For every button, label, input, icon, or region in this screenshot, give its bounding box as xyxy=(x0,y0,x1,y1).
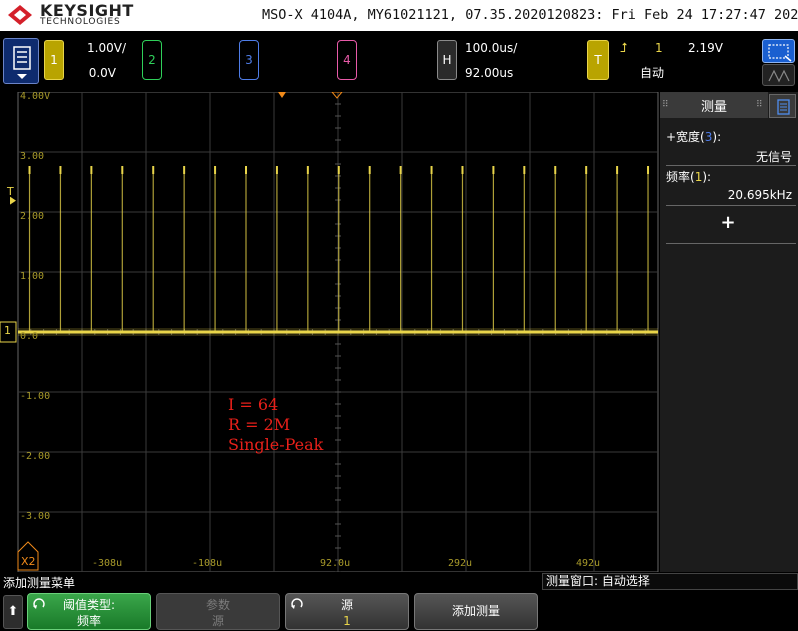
horizontal-reference-marker xyxy=(278,92,286,98)
x-axis-label: 292u xyxy=(448,558,473,569)
channel-2-button[interactable]: 2 xyxy=(142,40,162,80)
y-axis-label: 3.00 xyxy=(20,151,45,162)
softkey-line1: 添加测量 xyxy=(451,604,500,618)
menu-icon xyxy=(13,46,31,79)
measurement-name: +宽度( xyxy=(666,130,705,144)
measurement-suffix: ): xyxy=(712,130,722,144)
channel-1-offset: 0.0V xyxy=(88,66,116,80)
trigger-level-label: T xyxy=(7,184,14,198)
timebase-delay: 92.00us xyxy=(465,66,514,80)
measurement-name: 频率( xyxy=(666,170,695,184)
y-axis-label: 4.00V xyxy=(20,91,51,102)
list-icon xyxy=(777,99,790,115)
x2-label: X2 xyxy=(21,555,36,568)
brand-subtitle: TECHNOLOGIES xyxy=(40,17,121,27)
channel-1-scale: 1.00V/ xyxy=(87,41,126,55)
x-axis-label: -108u xyxy=(192,558,223,569)
softkey-line1: 阈值类型: xyxy=(62,598,116,612)
measurement-value-frequency: 20.695kHz xyxy=(727,188,792,202)
horizontal-button[interactable]: H xyxy=(437,40,457,80)
channel-3-button[interactable]: 3 xyxy=(239,40,259,80)
trigger-source: 1 xyxy=(655,41,663,55)
channel-4-button[interactable]: 4 xyxy=(337,40,357,80)
measurement-tab[interactable]: 测量 xyxy=(660,92,768,118)
softkey-line2: 频率 xyxy=(76,614,101,628)
keysight-logo-icon xyxy=(8,5,32,25)
channel-1-ground-label: 1 xyxy=(4,324,11,337)
x-axis-label: -308u xyxy=(92,558,123,569)
softkey-line1: 参数 xyxy=(205,598,230,612)
y-axis-label: -1.00 xyxy=(20,391,51,402)
softkey-threshold-type[interactable]: 阈值类型: 频率 xyxy=(27,593,151,630)
x-axis-label: 92.0u xyxy=(320,558,351,569)
trigger-level: 2.19V xyxy=(688,41,723,55)
add-measurement-plus-button[interactable]: + xyxy=(718,212,738,233)
annotation-text: I = 64 R = 2M Single-Peak xyxy=(228,395,323,455)
trigger-mode: 自动 xyxy=(640,66,665,80)
channel-1-button[interactable]: 1 xyxy=(44,40,64,80)
softkey-param-source[interactable]: 参数 源 xyxy=(156,593,280,630)
trigger-level-arrow-icon xyxy=(10,196,16,205)
timebase-scale: 100.0us/ xyxy=(465,41,518,55)
y-axis-label: 2.00 xyxy=(20,211,45,222)
x-axis-label: 492u xyxy=(576,558,601,569)
y-axis-label: 0.0 xyxy=(20,331,39,342)
divider xyxy=(666,165,796,166)
softkey-source[interactable]: 源 1 xyxy=(285,593,409,630)
grip-icon: ⠿ xyxy=(662,100,669,110)
y-axis-label: -3.00 xyxy=(20,511,51,522)
navigate-icon xyxy=(768,69,790,83)
measurement-window-status: 测量窗口: 自动选择 xyxy=(542,573,798,590)
rising-edge-icon: ⮥ xyxy=(620,41,628,56)
instrument-title: MSO-X 4104A, MY61021121, 07.35.202012082… xyxy=(262,7,798,23)
annotation-line: R = 2M xyxy=(228,415,291,434)
measurement-label-pos-width: +宽度(3): xyxy=(666,128,721,145)
y-axis-label: -2.00 xyxy=(20,451,51,462)
grip-icon: ⠿ xyxy=(756,100,763,110)
softkey-add-measurement[interactable]: 添加测量 xyxy=(414,593,538,630)
softkey-line2: 源 xyxy=(211,614,224,628)
y-axis-label: 1.00 xyxy=(20,271,45,282)
navigate-button[interactable] xyxy=(762,64,795,86)
graticule xyxy=(0,92,659,572)
trigger-button[interactable]: T xyxy=(587,40,609,80)
divider xyxy=(666,243,796,244)
annotation-line: I = 64 xyxy=(228,395,279,414)
panel-list-icon[interactable] xyxy=(769,94,796,118)
main-menu-button[interactable] xyxy=(3,38,39,84)
measurement-value-pos-width: 无信号 xyxy=(755,150,792,164)
knob-icon xyxy=(33,598,45,609)
menu-title: 添加测量菜单 xyxy=(3,576,76,590)
trigger-position-marker xyxy=(331,92,343,99)
softkey-line1: 源 xyxy=(340,598,353,612)
zoom-icon xyxy=(768,44,792,62)
measurement-label-frequency: 频率(1): xyxy=(666,168,711,185)
annotation-line: Single-Peak xyxy=(228,435,324,454)
zoom-button[interactable] xyxy=(762,39,795,63)
knob-icon xyxy=(291,598,303,609)
back-button[interactable]: ⬆ xyxy=(3,595,23,629)
divider xyxy=(666,205,796,206)
softkey-line2: 1 xyxy=(343,614,351,628)
measurement-suffix: ): xyxy=(702,170,712,184)
